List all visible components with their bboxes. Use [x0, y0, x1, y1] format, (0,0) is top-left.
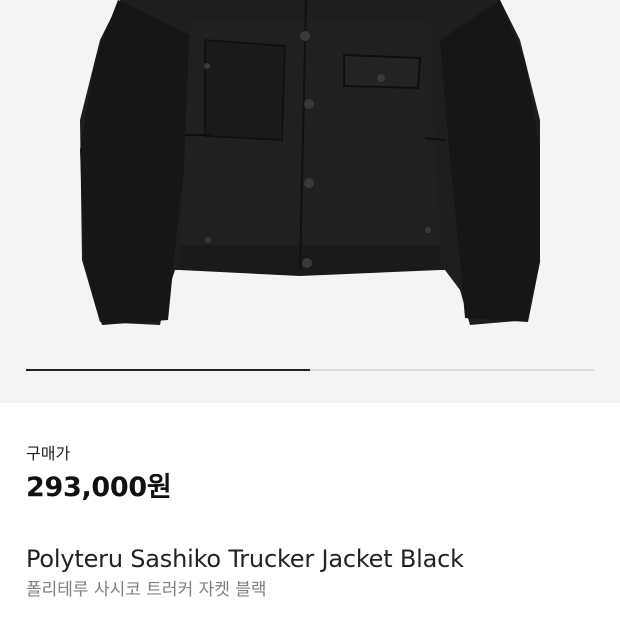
- product-name-korean: 폴리테루 사시코 트러커 자켓 블랙: [26, 580, 267, 600]
- price-label: 구매가: [26, 444, 71, 463]
- carousel-progress-track: [26, 369, 594, 371]
- product-image-carousel[interactable]: [0, 0, 620, 403]
- cutoff-text-row: [26, 612, 136, 620]
- carousel-progress-indicator: [26, 369, 310, 371]
- product-price: 293,000원: [26, 472, 172, 503]
- jacket-product-image: [80, 0, 540, 325]
- product-name-english: Polyteru Sashiko Trucker Jacket Black: [26, 545, 464, 573]
